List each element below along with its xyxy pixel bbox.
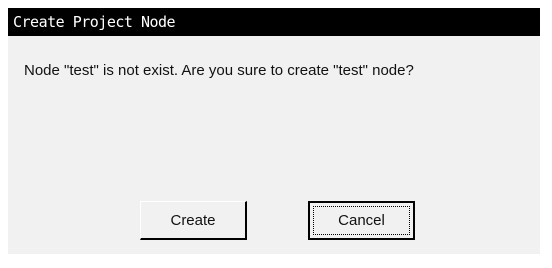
create-button[interactable]: Create — [140, 201, 247, 240]
title-bar[interactable]: Create Project Node — [8, 8, 540, 36]
create-project-node-dialog: Create Project Node Node "test" is not e… — [8, 8, 540, 254]
cancel-button[interactable]: Cancel — [308, 201, 415, 240]
create-button-label: Create — [170, 211, 216, 229]
confirmation-message: Node "test" is not exist. Are you sure t… — [24, 62, 414, 79]
cancel-button-label: Cancel — [338, 212, 385, 229]
window-title: Create Project Node — [13, 13, 176, 31]
